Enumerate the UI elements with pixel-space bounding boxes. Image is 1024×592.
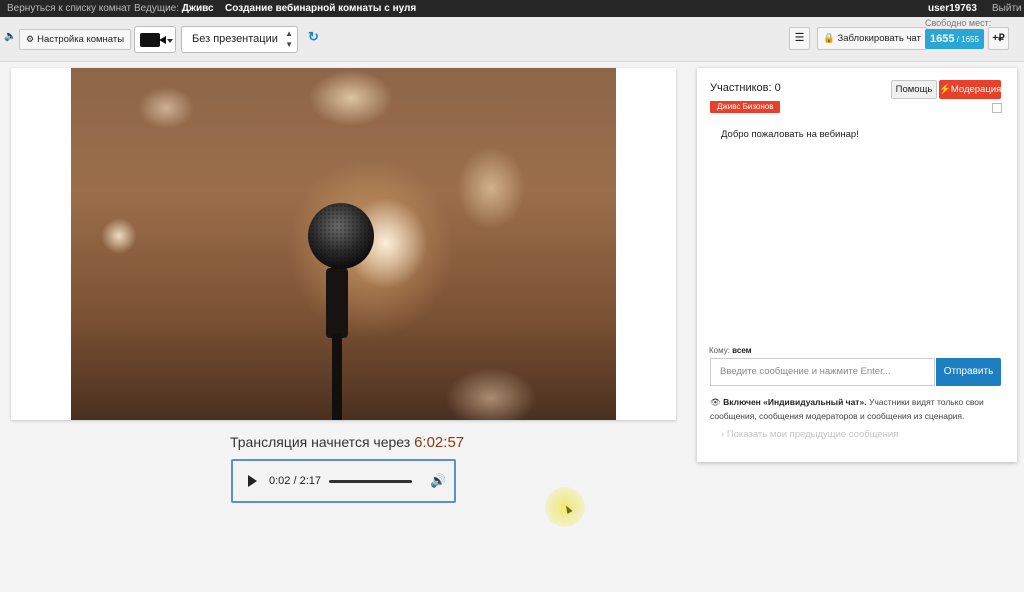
volume-icon[interactable]: 🔊 xyxy=(430,473,446,489)
moderation-button[interactable]: ⚡Модерация xyxy=(939,80,1001,99)
recipient-line: Кому: всем xyxy=(709,346,752,355)
room-settings-button[interactable]: ⚙ Настройка комнаты xyxy=(19,29,132,50)
toolbar: 🔈 ⚙ Настройка комнаты Без презентации ▲ ▼ … xyxy=(0,17,1024,62)
help-button[interactable]: Помощь xyxy=(891,80,937,99)
refresh-icon[interactable]: ↻ xyxy=(308,29,319,45)
audio-time: 0:02 / 2:17 xyxy=(269,475,321,487)
speaker-icon[interactable]: 🔈 xyxy=(4,31,16,43)
chat-panel: Участников: 0 Помощь ⚡Модерация Дживс Би… xyxy=(697,68,1017,462)
audio-seek-bar[interactable] xyxy=(329,480,412,483)
stream-countdown: Трансляция начнется через 6:02:57 xyxy=(230,434,464,451)
back-to-rooms-link[interactable]: Вернуться к списку комнат xyxy=(7,0,131,17)
host-badge: Дживс Бизонов xyxy=(710,101,781,113)
countdown-time: 6:02:57 xyxy=(414,434,465,451)
username[interactable]: user19763 xyxy=(928,0,977,17)
moderation-label: Модерация xyxy=(950,84,1002,95)
menu-button[interactable]: ☰ xyxy=(789,27,810,50)
participants-count: Участников: 0 xyxy=(710,82,781,94)
host-name: Дживс xyxy=(181,3,214,14)
countdown-label: Трансляция начнется через xyxy=(230,434,415,450)
lock-icon: 🔒 xyxy=(823,33,835,44)
recipient-label: Кому: xyxy=(709,346,733,355)
recipient-value[interactable]: всем xyxy=(732,346,751,355)
select-arrows-icon: ▲ ▼ xyxy=(285,29,293,49)
video-camera-icon xyxy=(140,33,166,47)
lock-chat-label: Заблокировать чат xyxy=(837,33,921,44)
seats-free: 1655 xyxy=(930,33,955,45)
room-title: Создание вебинарной комнаты с нуля xyxy=(225,3,417,14)
chat-checkbox[interactable] xyxy=(992,103,1002,113)
host-label: Ведущие: xyxy=(134,3,182,14)
message-input[interactable]: Введите сообщение и нажмите Enter... xyxy=(710,358,935,386)
info-bold: Включен «Индивидуальный чат». xyxy=(723,397,867,407)
seats-total: 1655 xyxy=(961,35,979,44)
logout-link[interactable]: Выйти xyxy=(992,0,1022,17)
eye-icon: 👁 xyxy=(710,397,721,407)
show-previous-messages[interactable]: › Показать мои предыдущие сообщения xyxy=(721,429,898,440)
chevron-down-icon xyxy=(167,39,173,43)
room-settings-label: Настройка комнаты xyxy=(37,34,125,45)
seats-badge: 1655 / 1655 xyxy=(925,29,984,49)
presentation-select[interactable]: Без презентации ▲ ▼ xyxy=(181,26,298,53)
presentation-select-value: Без презентации xyxy=(192,33,278,45)
gear-icon: ⚙ xyxy=(26,34,35,44)
add-seats-button[interactable]: +₽ xyxy=(988,27,1009,50)
hamburger-icon: ☰ xyxy=(794,32,805,44)
mouse-pointer-icon xyxy=(563,504,573,514)
top-bar: Вернуться к списку комнат Ведущие: Дживс… xyxy=(0,0,1024,17)
host-info: Ведущие: Дживс xyxy=(134,0,214,17)
show-previous-label: Показать мои предыдущие сообщения xyxy=(726,429,899,440)
cursor-highlight xyxy=(545,487,585,527)
individual-chat-info: 👁 Включен «Индивидуальный чат». Участник… xyxy=(710,395,1005,423)
camera-select[interactable] xyxy=(134,26,176,53)
audio-player[interactable]: 0:02 / 2:17 🔊 xyxy=(231,459,456,503)
send-button[interactable]: Отправить xyxy=(936,358,1001,386)
free-seats-label: Свободно мест: xyxy=(925,18,992,28)
chevron-right-icon: › xyxy=(721,429,725,440)
welcome-message: Добро пожаловать на вебинар! xyxy=(721,129,859,140)
microphone-icon xyxy=(308,203,374,420)
stream-preview-image xyxy=(71,68,616,420)
video-panel xyxy=(11,68,676,420)
lightning-icon: ⚡ xyxy=(939,84,951,95)
play-icon[interactable] xyxy=(248,475,257,487)
lock-chat-button[interactable]: 🔒 Заблокировать чат xyxy=(817,27,927,50)
